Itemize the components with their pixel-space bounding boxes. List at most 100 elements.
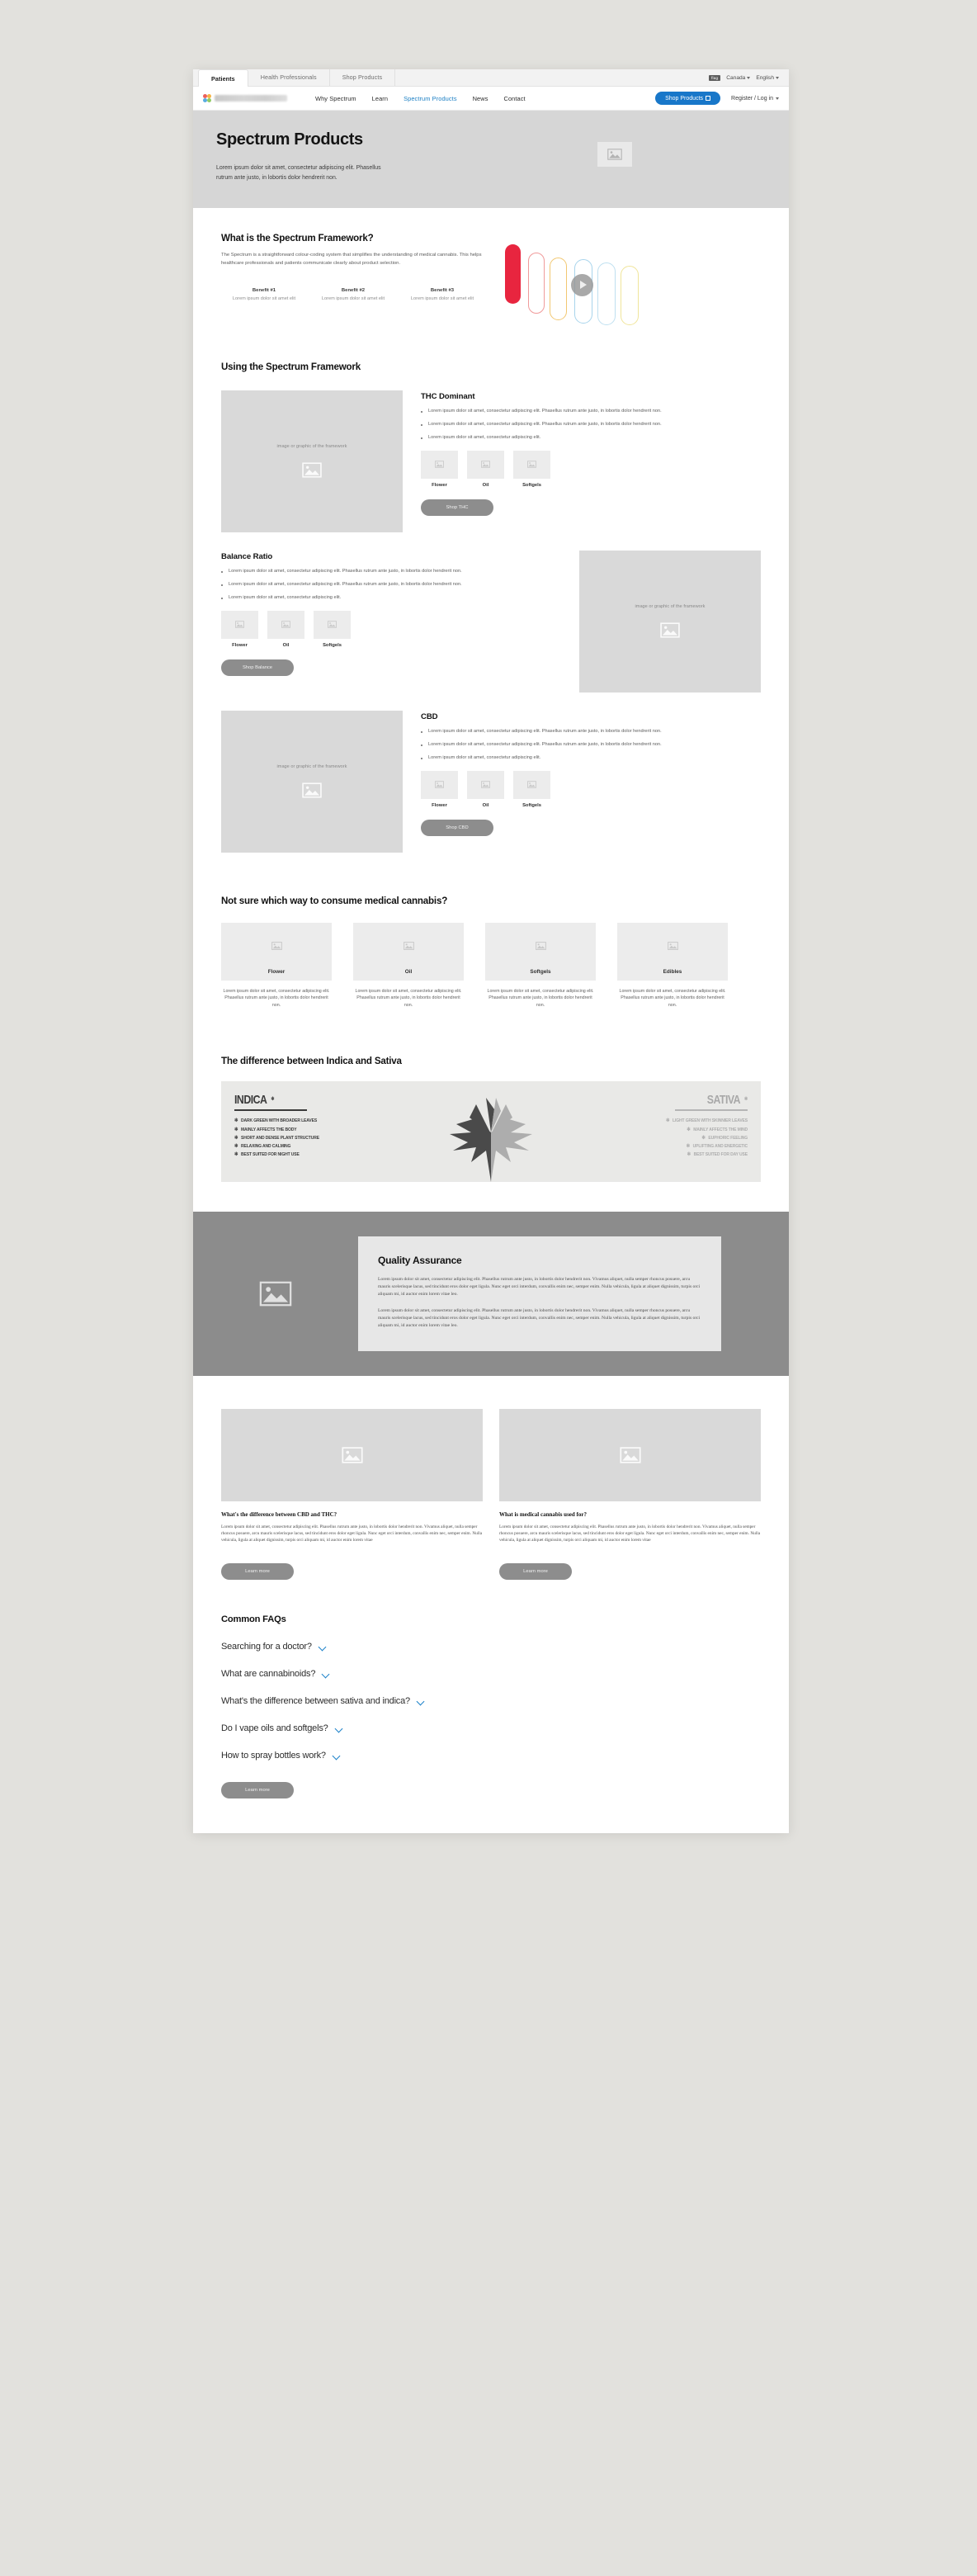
faq-learn-more-button[interactable]: Learn more (221, 1781, 294, 1798)
faq-section: Common FAQs Searching for a doctor? What… (193, 1580, 789, 1833)
nav-link-spectrum-products[interactable]: Spectrum Products (404, 95, 457, 102)
thc-bullets: Lorem ipsum dolor sit amet, consectetur … (421, 408, 761, 442)
faq-question: What are cannabinoids? (221, 1668, 316, 1679)
leaf-icon: ✻ (234, 1144, 238, 1150)
bullet-item: Lorem ipsum dolor sit amet, consectetur … (221, 568, 561, 575)
faq-question: Do I vape oils and softgels? (221, 1723, 328, 1733)
format-card-label: Oil (482, 802, 489, 808)
indica-trait-text: MAINLY AFFECTS THE BODY (241, 1127, 297, 1132)
consumption-card[interactable]: Flower Lorem ipsum dolor sit amet, conse… (221, 922, 332, 1009)
register-login-label: Register / Log in (731, 95, 773, 102)
consumption-card[interactable]: Softgels Lorem ipsum dolor sit amet, con… (485, 922, 596, 1009)
bullet-item: Lorem ipsum dolor sit amet, consectetur … (421, 754, 761, 762)
spectrum-video-graphic[interactable] (498, 238, 676, 327)
format-card-image (267, 610, 304, 639)
articles-section: What's the difference between CBD and TH… (193, 1376, 789, 1580)
sativa-trait: ✻ LIGHT GREEN WITH SKINNIER LEAVES (529, 1118, 748, 1123)
faq-item[interactable]: Do I vape oils and softgels? (221, 1723, 761, 1733)
consumption-card-image (353, 922, 464, 969)
hero-text-block: Spectrum Products Lorem ipsum dolor sit … (216, 130, 464, 183)
consumption-card-text: Lorem ipsum dolor sit amet, consectetur … (355, 988, 462, 1009)
country-selector[interactable]: Canada (726, 74, 751, 81)
consumption-card[interactable]: Edibles Lorem ipsum dolor sit amet, cons… (617, 922, 728, 1009)
consumption-card-label: Edibles (617, 968, 728, 981)
format-card[interactable]: Flower (421, 770, 458, 808)
image-placeholder-icon (435, 781, 444, 789)
format-card-image (421, 770, 458, 799)
format-card[interactable]: Softgels (314, 610, 351, 648)
site-logo[interactable] (203, 93, 304, 103)
format-card[interactable]: Flower (221, 610, 258, 648)
bullet-item: Lorem ipsum dolor sit amet, consectetur … (421, 421, 761, 428)
nav-link-learn[interactable]: Learn (372, 95, 388, 102)
bullet-item: Lorem ipsum dolor sit amet, consectetur … (421, 408, 761, 415)
audience-tab-health-professionals[interactable]: Health Professionals (248, 69, 330, 86)
language-selector[interactable]: English (756, 75, 779, 81)
article-learn-more-button[interactable]: Learn more (499, 1562, 572, 1580)
image-placeholder-icon (527, 781, 536, 789)
bullet-text: Lorem ipsum dolor sit amet, consectetur … (229, 581, 462, 587)
indica-heading-text: INDICA (234, 1092, 267, 1107)
bullet-item: Lorem ipsum dolor sit amet, consectetur … (221, 581, 561, 588)
sativa-trait: ✻ MAINLY AFFECTS THE MIND (529, 1127, 748, 1132)
image-placeholder-icon (660, 622, 680, 638)
leaf-icon: ✻ (234, 1118, 238, 1124)
format-card[interactable]: Softgels (513, 770, 550, 808)
shop-balance-button[interactable]: Shop Balance (221, 659, 294, 676)
format-card[interactable]: Oil (267, 610, 304, 648)
country-label: Canada (726, 74, 746, 81)
thc-format-cards: Flower Oil Softgels (421, 450, 761, 488)
faq-item[interactable]: What are cannabinoids? (221, 1669, 761, 1679)
framework-title: What is the Spectrum Framework? (221, 232, 374, 243)
faq-item[interactable]: How to spray bottles work? (221, 1751, 761, 1761)
indica-trait: ✻ SHORT AND DENSE PLANT STRUCTURE (234, 1136, 454, 1141)
audience-tab-shop-products[interactable]: Shop Products (330, 69, 396, 86)
shop-products-label: Shop Products (665, 95, 704, 102)
balance-image-placeholder: image or graphic of the framework (579, 550, 761, 692)
leaf-icon: ✻ (234, 1135, 238, 1141)
page-title: Spectrum Products (216, 130, 363, 149)
image-placeholder-icon (607, 149, 622, 160)
shop-thc-button[interactable]: Shop THC (421, 499, 493, 516)
consumption-section: Not sure which way to consume medical ca… (193, 896, 789, 1009)
benefit-text: Lorem ipsum dolor sit amet elit (321, 295, 385, 301)
quality-paragraph-1: Lorem ipsum dolor sit amet, consectetur … (378, 1276, 701, 1297)
framework-body: The Spectrum is a straightforward colour… (221, 252, 482, 267)
consumption-card[interactable]: Oil Lorem ipsum dolor sit amet, consecte… (353, 922, 464, 1009)
nav-link-news[interactable]: News (473, 95, 489, 102)
shop-cbd-button[interactable]: Shop CBD (421, 819, 493, 836)
faq-item[interactable]: Searching for a doctor? (221, 1642, 761, 1652)
cbd-image-caption: image or graphic of the framework (276, 764, 347, 770)
using-framework-section: Using the Spectrum Framework image or gr… (193, 362, 789, 853)
indica-trait: ✻ MAINLY AFFECTS THE BODY (234, 1127, 454, 1132)
bullet-dot-icon (221, 598, 223, 600)
bullet-text: Lorem ipsum dolor sit amet, consectetur … (428, 421, 662, 427)
balance-image-caption: image or graphic of the framework (635, 604, 706, 610)
play-button[interactable] (571, 273, 593, 296)
benefit-title: Benefit #1 (252, 287, 276, 293)
shop-products-button[interactable]: Shop Products (655, 92, 721, 105)
nav-link-why-spectrum[interactable]: Why Spectrum (315, 95, 356, 102)
format-card[interactable]: Flower (421, 450, 458, 488)
bullet-text: Lorem ipsum dolor sit amet, consectetur … (229, 594, 342, 600)
faq-item[interactable]: What's the difference between sativa and… (221, 1696, 761, 1706)
indica-trait-list: ✻ DARK GREEN WITH BROADER LEAVES ✻ MAINLY … (234, 1118, 478, 1157)
bullet-dot-icon (421, 424, 422, 427)
sativa-trait-list: ✻ LIGHT GREEN WITH SKINNIER LEAVES ✻ MAINL… (504, 1118, 748, 1157)
format-card-image (467, 770, 504, 799)
locale-bar: flag Canada English (709, 69, 789, 86)
article-learn-more-button[interactable]: Learn more (221, 1562, 294, 1580)
cbd-image-placeholder: image or graphic of the framework (221, 710, 403, 853)
format-card[interactable]: Oil (467, 450, 504, 488)
consumption-card-label: Oil (353, 968, 464, 981)
product-block-cbd: image or graphic of the framework CBD Lo… (221, 710, 761, 853)
register-login-menu[interactable]: Register / Log in (731, 96, 779, 102)
nav-link-contact[interactable]: Contact (504, 95, 526, 102)
audience-tab-patients[interactable]: Patients (198, 69, 248, 87)
chevron-down-icon (336, 1726, 343, 1730)
format-card[interactable]: Softgels (513, 450, 550, 488)
language-label: English (756, 74, 774, 81)
quality-paragraph-2: Lorem ipsum dolor sit amet, consectetur … (378, 1308, 701, 1329)
format-card[interactable]: Oil (467, 770, 504, 808)
hero-section: Spectrum Products Lorem ipsum dolor sit … (193, 111, 789, 208)
